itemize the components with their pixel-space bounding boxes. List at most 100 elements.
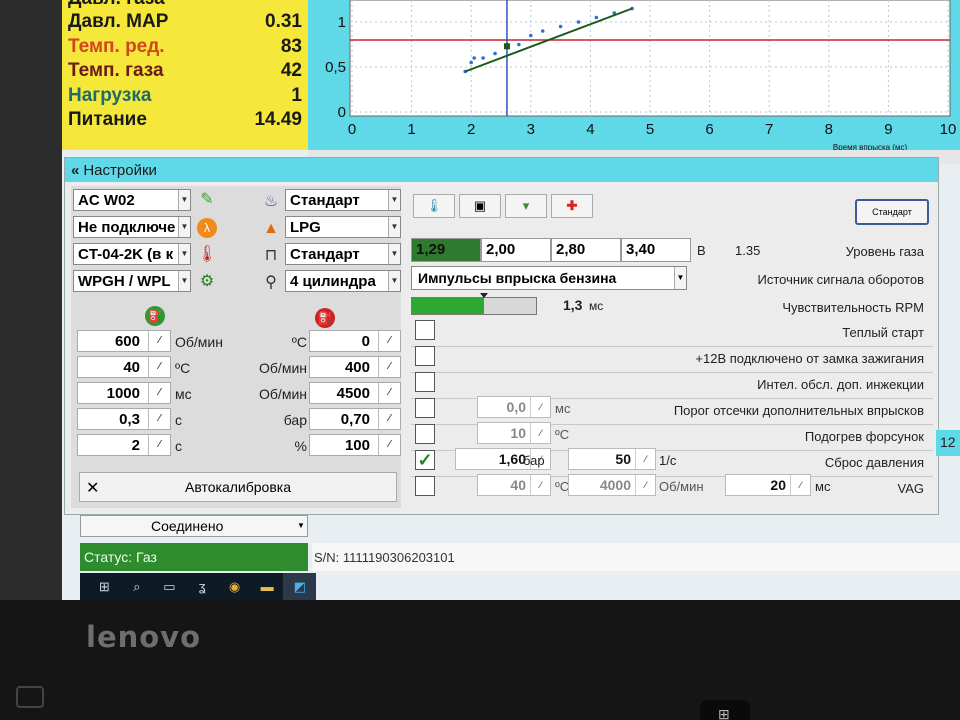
extra-injection-unit: мс	[555, 401, 571, 416]
left_values-input[interactable]: 40 ⁄	[77, 356, 171, 378]
connection-dropdown[interactable]: Соединено ▼	[80, 515, 308, 537]
left_values-value: 40	[123, 359, 140, 376]
spin-arrows-icon[interactable]: ⁄	[530, 397, 550, 417]
extra-injection-checkbox[interactable]	[415, 398, 435, 418]
intel-injection-checkbox[interactable]	[415, 372, 435, 392]
injector-heating-unit: ºC	[555, 427, 570, 442]
fuel-dropdown[interactable]: LPG ▼	[285, 216, 401, 238]
x-tick-label: 1	[407, 121, 415, 138]
left_values-input[interactable]: 2 ⁄	[77, 434, 171, 456]
injector-heating-checkbox[interactable]	[415, 424, 435, 444]
spin-arrows-icon[interactable]: ⁄	[790, 475, 810, 495]
controller-dropdown[interactable]: AC W02 ▼	[73, 189, 191, 211]
spin-arrows-icon[interactable]: ⁄	[148, 357, 170, 377]
data-point	[558, 24, 563, 29]
spin-arrows-icon[interactable]: ⁄	[148, 383, 170, 403]
injector-dropdown[interactable]: CT-04-2K (в к ▼	[73, 243, 191, 265]
vag-time-input[interactable]: 20 ⁄	[725, 474, 811, 496]
ignition-12v-checkbox[interactable]	[415, 346, 435, 366]
reading-label: Давл. газа	[68, 0, 165, 10]
gas-level-4[interactable]: 3,40	[621, 238, 691, 262]
start-icon[interactable]: ⊞	[88, 573, 121, 600]
row-divider	[411, 346, 933, 347]
settings-panel: «Настройки AC W02 ▼ ✎ Не подключе ▼ λ CT-0…	[64, 157, 939, 515]
reducer-dropdown[interactable]: WPGH / WPL ▼	[73, 270, 191, 292]
x-tick-label: 10	[940, 121, 957, 138]
lambda-icon: λ	[197, 218, 217, 238]
right_values-input[interactable]: 400 ⁄	[309, 356, 401, 378]
ignition-dropdown[interactable]: Стандарт ▼	[285, 243, 401, 265]
standard-button[interactable]: Стандарт	[855, 199, 929, 225]
thermometer-icon: 🌡	[197, 246, 218, 263]
rpm-sensitivity-value: 1,3	[563, 297, 583, 313]
chevron-down-icon: ▼	[297, 521, 305, 530]
y-tick-label: 0,5	[325, 59, 346, 76]
spin-arrows-icon[interactable]: ⁄	[148, 331, 170, 351]
brand-logo: lenovo	[86, 620, 202, 654]
vag-rpm-value: 4000	[599, 477, 631, 493]
rpm-sensitivity-slider[interactable]	[411, 293, 537, 315]
left_values-input[interactable]: 0,3 ⁄	[77, 408, 171, 430]
toolbar-injector-button[interactable]: ▾	[505, 194, 547, 218]
vag-rpm-input[interactable]: 4000 ⁄	[568, 474, 656, 496]
app-icon[interactable]: ʓ	[186, 573, 219, 600]
fuel-value: LPG	[290, 219, 321, 236]
spin-arrows-icon[interactable]: ⁄	[635, 449, 655, 469]
right_values-value: 400	[344, 359, 370, 376]
gas-app-icon[interactable]: ◩	[283, 573, 317, 600]
task-view-icon[interactable]: ▭	[153, 573, 186, 600]
gas-level-3[interactable]: 2,80	[551, 238, 621, 262]
pressure-reset-value: 1,60	[498, 451, 526, 467]
pressure-reset-rate-input[interactable]: 50 ⁄	[568, 448, 656, 470]
settings-title-bar[interactable]: «Настройки	[65, 158, 938, 182]
pressure-reset-label: Сброс давления	[824, 455, 924, 470]
x-tick-label: 5	[646, 121, 654, 138]
spin-arrows-icon[interactable]: ⁄	[635, 475, 655, 495]
gas-level-1[interactable]: 1,29	[411, 238, 481, 262]
collapse-icon[interactable]: «	[71, 162, 79, 179]
bezel-button	[16, 686, 44, 708]
autocalibration-button[interactable]: ✕ Автокалибровка	[79, 472, 397, 502]
toolbar-add-button[interactable]: ✚	[551, 194, 593, 218]
spin-arrows-icon[interactable]: ⁄	[148, 435, 170, 455]
spin-arrows-icon[interactable]: ⁄	[378, 331, 400, 351]
spin-arrows-icon[interactable]: ⁄	[378, 357, 400, 377]
chrome-icon[interactable]: ◉	[218, 573, 251, 600]
right_values-input[interactable]: 0,70 ⁄	[309, 408, 401, 430]
connection-type-dropdown[interactable]: Не подключе ▼	[73, 216, 191, 238]
spin-arrows-icon[interactable]: ⁄	[378, 383, 400, 403]
left_values-input[interactable]: 600 ⁄	[77, 330, 171, 352]
reducer-icon: ⚙	[199, 273, 215, 290]
chevron-down-icon: ▼	[178, 271, 190, 291]
search-icon[interactable]: ⌕	[121, 573, 154, 600]
injector-heating-input[interactable]: 10 ⁄	[477, 422, 551, 444]
vag-checkbox[interactable]	[415, 476, 435, 496]
toolbar-thermo-button[interactable]: 🌡	[413, 194, 455, 218]
left_values-value: 0,3	[119, 411, 140, 428]
warm-start-checkbox[interactable]	[415, 320, 435, 340]
rpm-sensitivity-handle[interactable]	[479, 293, 488, 298]
right_values-value: 0	[361, 333, 370, 350]
extra-injection-input[interactable]: 0,0 ⁄	[477, 396, 551, 418]
gas-level-2[interactable]: 2,00	[481, 238, 551, 262]
left_values-input[interactable]: 1000 ⁄	[77, 382, 171, 404]
rpm-sensitivity-fill	[412, 298, 484, 314]
toolbar-chip-button[interactable]: ▣	[459, 194, 501, 218]
vag-temp-input[interactable]: 40 ⁄	[477, 474, 551, 496]
right_values-input[interactable]: 100 ⁄	[309, 434, 401, 456]
mode-dropdown[interactable]: Стандарт ▼	[285, 189, 401, 211]
spin-arrows-icon[interactable]: ⁄	[378, 435, 400, 455]
injection-chart[interactable]: 0 1 2 3 4 5 6 7 8 9 1000,51Время впрыска (мс)	[308, 0, 960, 152]
spin-arrows-icon[interactable]: ⁄	[530, 423, 550, 443]
right_values-input[interactable]: 4500 ⁄	[309, 382, 401, 404]
tools-icon: ✕	[86, 480, 100, 497]
chevron-down-icon: ▼	[178, 190, 190, 210]
spin-arrows-icon[interactable]: ⁄	[378, 409, 400, 429]
spin-arrows-icon[interactable]: ⁄	[148, 409, 170, 429]
pressure-reset-checkbox[interactable]: ✓	[415, 450, 435, 470]
right_values-input[interactable]: 0 ⁄	[309, 330, 401, 352]
spin-arrows-icon[interactable]: ⁄	[530, 475, 550, 495]
folder-icon[interactable]: ▬	[251, 573, 284, 600]
cylinders-dropdown[interactable]: 4 цилиндра ▼	[285, 270, 401, 292]
rpm-source-dropdown[interactable]: Импульсы впрыска бензина ▼	[411, 266, 687, 290]
